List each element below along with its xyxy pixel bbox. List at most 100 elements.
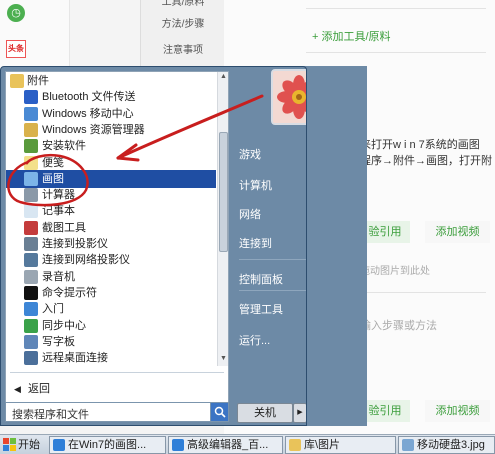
image-file-icon <box>402 439 414 451</box>
scroll-thumb[interactable] <box>219 132 228 252</box>
right-menu-item[interactable]: 游戏▶ <box>239 144 306 166</box>
taskbar-task-label: 高级编辑器_百... <box>187 439 269 451</box>
right-menu-item[interactable]: 运行... <box>239 330 306 352</box>
back-arrow-icon: ◀ <box>14 384 21 394</box>
program-label: 记事本 <box>42 205 75 218</box>
program-item[interactable]: 连接到投影仪 <box>6 235 216 253</box>
projector-icon <box>24 237 38 251</box>
right-menu-item[interactable]: 连接到 <box>239 233 306 255</box>
program-list: 附件 Bluetooth 文件传送 Windows 移动中心 Windows 资源管理… <box>6 72 216 366</box>
program-item[interactable]: 截图工具 <box>6 219 216 237</box>
add-video-button-2[interactable]: 添加视频 <box>425 400 490 422</box>
menu-separator <box>239 290 306 291</box>
right-menu-item[interactable]: 计算机▶ <box>239 175 306 197</box>
notepad-icon <box>24 204 38 219</box>
back-label: 返回 <box>28 383 50 395</box>
wordpad-icon <box>24 334 38 349</box>
program-item[interactable]: 安装软件 <box>6 137 216 155</box>
program-label: 连接到网络投影仪 <box>42 254 130 267</box>
program-item[interactable]: 写字板 <box>6 333 216 351</box>
paint-icon <box>24 171 38 186</box>
program-item[interactable]: 连接到网络投影仪 <box>6 251 216 269</box>
program-label: 入门 <box>42 303 64 316</box>
scroll-up-icon[interactable]: ▲ <box>219 72 228 82</box>
program-label: Bluetooth 文件传送 <box>42 91 136 104</box>
program-item[interactable]: 命令提示符 <box>6 284 216 302</box>
program-list-scrollbar[interactable]: ▲ ▼ <box>217 72 228 366</box>
quote-button-2[interactable]: 验引用 <box>360 400 410 422</box>
divider <box>306 52 486 53</box>
program-label: 远程桌面连接 <box>42 352 108 365</box>
snipping-tool-icon <box>24 220 38 235</box>
back-button[interactable]: ◀ 返回 <box>6 378 216 400</box>
add-tool-link[interactable]: + 添加工具/原料 <box>312 28 391 44</box>
program-item[interactable]: Bluetooth 文件传送 <box>6 88 216 106</box>
explorer-icon <box>24 122 38 137</box>
tab-steps[interactable]: 方法/步骤 <box>141 14 225 36</box>
right-menu-item[interactable]: 控制面板▶ <box>239 269 306 291</box>
program-label: 连接到投影仪 <box>42 238 108 250</box>
flower-icon <box>273 71 306 123</box>
ie-icon <box>172 439 184 451</box>
tab-notes[interactable]: 注意事项 <box>141 40 225 62</box>
program-item[interactable]: Windows 移动中心 <box>6 105 216 123</box>
start-label: 开始 <box>18 439 40 451</box>
right-menu-label: 管理工具 <box>239 304 283 316</box>
quote-button[interactable]: 验引用 <box>360 221 410 243</box>
calculator-icon <box>24 188 38 203</box>
right-menu-item[interactable]: 管理工具▶ <box>239 299 306 321</box>
clock-icon: ◷ <box>7 4 25 22</box>
divider <box>306 8 486 9</box>
start-button[interactable]: 开始 <box>0 436 46 454</box>
intro-line-2: 程序→附件→画图，打开附 <box>360 155 492 167</box>
sticky-notes-icon <box>24 155 38 170</box>
taskbar-task-label: 在Win7的画图... <box>68 439 147 451</box>
folder-icon <box>10 74 24 88</box>
right-menu-label: 连接到 <box>239 238 272 250</box>
network-projector-icon <box>24 253 38 268</box>
program-item[interactable]: 附件 <box>6 72 216 90</box>
program-item[interactable]: Windows 资源管理器 <box>6 121 216 139</box>
program-label: 同步中心 <box>42 319 86 332</box>
right-menu-item[interactable]: 网络 <box>239 204 306 226</box>
taskbar-task-label: 移动硬盘3.jpg <box>417 439 485 451</box>
add-video-button[interactable]: 添加视频 <box>425 221 490 243</box>
program-label: 安装软件 <box>42 140 86 153</box>
program-item[interactable]: 同步中心 <box>6 317 216 335</box>
taskbar-task[interactable]: 移动硬盘3.jpg <box>398 436 495 454</box>
program-label: 写字板 <box>42 335 75 348</box>
shutdown-options-arrow-icon[interactable]: ▶ <box>293 403 306 423</box>
taskbar-task[interactable]: 库\图片 <box>285 436 396 454</box>
program-item[interactable]: 记事本 <box>6 202 216 220</box>
scroll-down-icon[interactable]: ▼ <box>219 354 228 364</box>
right-menu-label: 游戏 <box>239 149 261 161</box>
program-item[interactable]: 入门 <box>6 300 216 318</box>
mobility-center-icon <box>24 106 38 121</box>
bluetooth-icon <box>24 90 38 105</box>
taskbar-task[interactable]: 在Win7的画图... <box>49 436 166 454</box>
program-label: 便笺 <box>42 156 64 169</box>
step-input-hint[interactable]: 输入步骤或方法 <box>360 317 437 333</box>
right-menu-label: 控制面板 <box>239 274 283 286</box>
program-label: 附件 <box>27 75 49 87</box>
background-sidebar: ◷ 头条 <box>0 0 70 70</box>
programs-pane: 附件 Bluetooth 文件传送 Windows 移动中心 Windows 资源管理… <box>5 71 229 403</box>
program-item[interactable]: 计算器 <box>6 186 216 204</box>
taskbar: 开始 在Win7的画图... 高级编辑器_百... 库\图片 移动硬盘3.jpg <box>0 434 495 454</box>
program-label: 截图工具 <box>42 221 86 234</box>
taskbar-task[interactable]: 高级编辑器_百... <box>168 436 283 454</box>
sync-center-icon <box>24 318 38 333</box>
drag-hint: 拖动图片到此处 <box>360 266 430 277</box>
program-item[interactable]: 画图 <box>6 169 216 188</box>
getting-started-icon <box>24 302 38 317</box>
shutdown-button[interactable]: 关机 <box>237 403 293 423</box>
search-placeholder: 搜索程序和文件 <box>12 409 89 421</box>
start-menu: 附件 Bluetooth 文件传送 Windows 移动中心 Windows 资源管理… <box>0 66 307 426</box>
search-input[interactable]: 搜索程序和文件 <box>5 402 229 422</box>
program-item[interactable]: 便笺 <box>6 154 216 172</box>
program-item[interactable]: 录音机 <box>6 268 216 286</box>
tab-tools[interactable]: 工具/原料 <box>141 0 225 14</box>
search-button[interactable] <box>210 403 228 421</box>
user-avatar[interactable] <box>271 69 306 125</box>
program-item[interactable]: 远程桌面连接 <box>6 349 216 367</box>
